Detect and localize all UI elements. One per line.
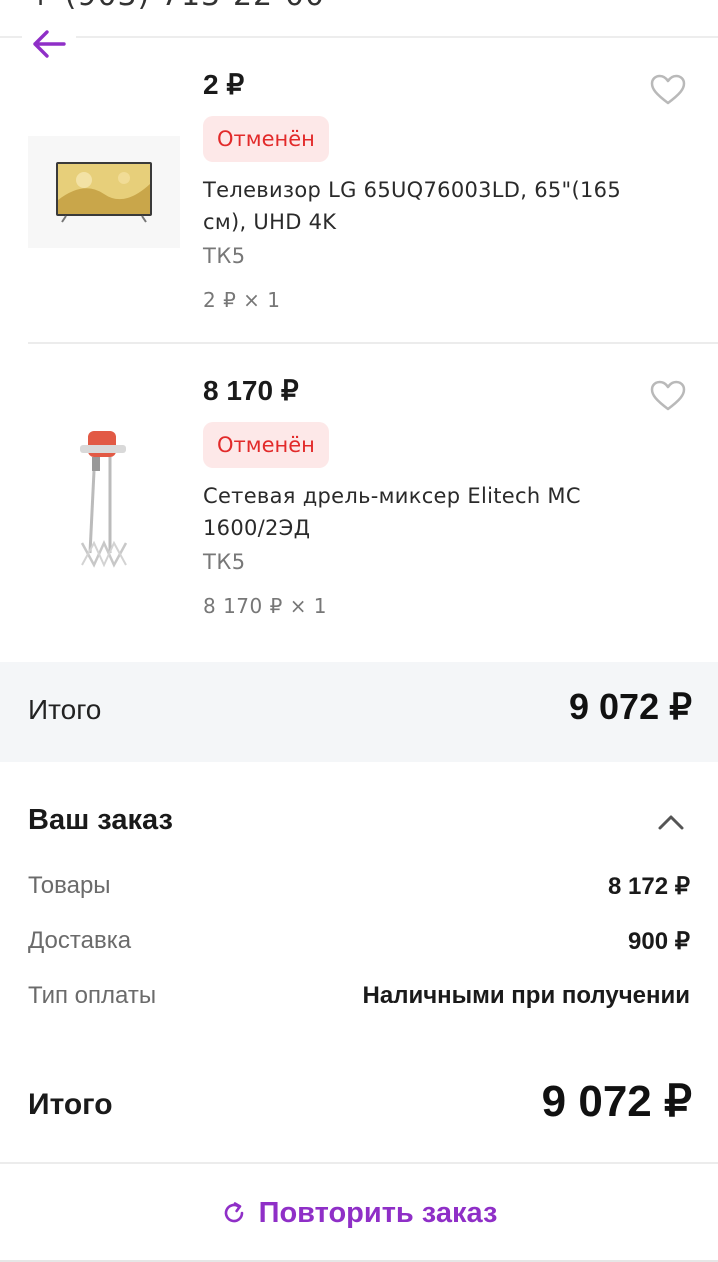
status-badge: Отменён — [203, 116, 329, 162]
chevron-up-icon[interactable] — [655, 810, 687, 834]
order-item[interactable]: 8 170 ₽ Отменён Сетевая дрель-миксер Eli… — [0, 346, 718, 662]
heart-icon[interactable] — [650, 74, 686, 106]
item-quantity: 8 170 ₽ × 1 — [203, 594, 328, 618]
order-details-page: + (903) 713-22-00 2 ₽ Отменён Телевизор … — [0, 0, 718, 1262]
item-seller: ТК5 — [203, 550, 246, 574]
item-seller: ТК5 — [203, 244, 246, 268]
payment-type-value: Наличными при получении — [362, 982, 690, 1009]
delivery-value: 900 ₽ — [628, 928, 690, 955]
drill-mixer-icon — [80, 431, 128, 568]
item-price: 2 ₽ — [203, 69, 245, 100]
delivery-label: Доставка — [28, 927, 132, 954]
total-value: 9 072 ₽ — [569, 686, 692, 727]
product-image[interactable] — [28, 136, 180, 248]
item-price: 8 170 ₽ — [203, 375, 299, 406]
top-strip: + (903) 713-22-00 — [0, 0, 718, 38]
phone-number-cut: + (903) 713-22-00 — [28, 0, 325, 13]
heart-icon[interactable] — [650, 380, 686, 412]
grand-total-label: Итого — [28, 1088, 113, 1121]
grand-total-value: 9 072 ₽ — [541, 1077, 692, 1126]
item-quantity: 2 ₽ × 1 — [203, 288, 281, 312]
goods-value: 8 172 ₽ — [608, 873, 690, 900]
item-title[interactable]: Телевизор LG 65UQ76003LD, 65"(165 см), U… — [203, 174, 663, 238]
back-button[interactable] — [22, 22, 76, 66]
repeat-order-button[interactable]: Повторить заказ — [0, 1166, 718, 1260]
repeat-order-label: Повторить заказ — [258, 1196, 498, 1229]
total-label: Итого — [28, 694, 102, 725]
items-total-band: Итого 9 072 ₽ — [0, 662, 718, 762]
item-title[interactable]: Сетевая дрель-миксер Elitech МС 1600/2ЭД — [203, 480, 663, 544]
arrow-left-icon — [33, 30, 66, 58]
payment-type-label: Тип оплаты — [28, 982, 157, 1009]
order-item[interactable]: 2 ₽ Отменён Телевизор LG 65UQ76003LD, 65… — [0, 40, 718, 344]
goods-label: Товары — [28, 872, 111, 899]
refresh-icon — [224, 1202, 243, 1223]
product-image[interactable] — [28, 420, 180, 580]
status-badge: Отменён — [203, 422, 329, 468]
item-divider — [28, 342, 718, 344]
tv-icon — [56, 162, 152, 223]
order-summary-title[interactable]: Ваш заказ — [28, 804, 173, 837]
divider — [0, 1162, 718, 1164]
